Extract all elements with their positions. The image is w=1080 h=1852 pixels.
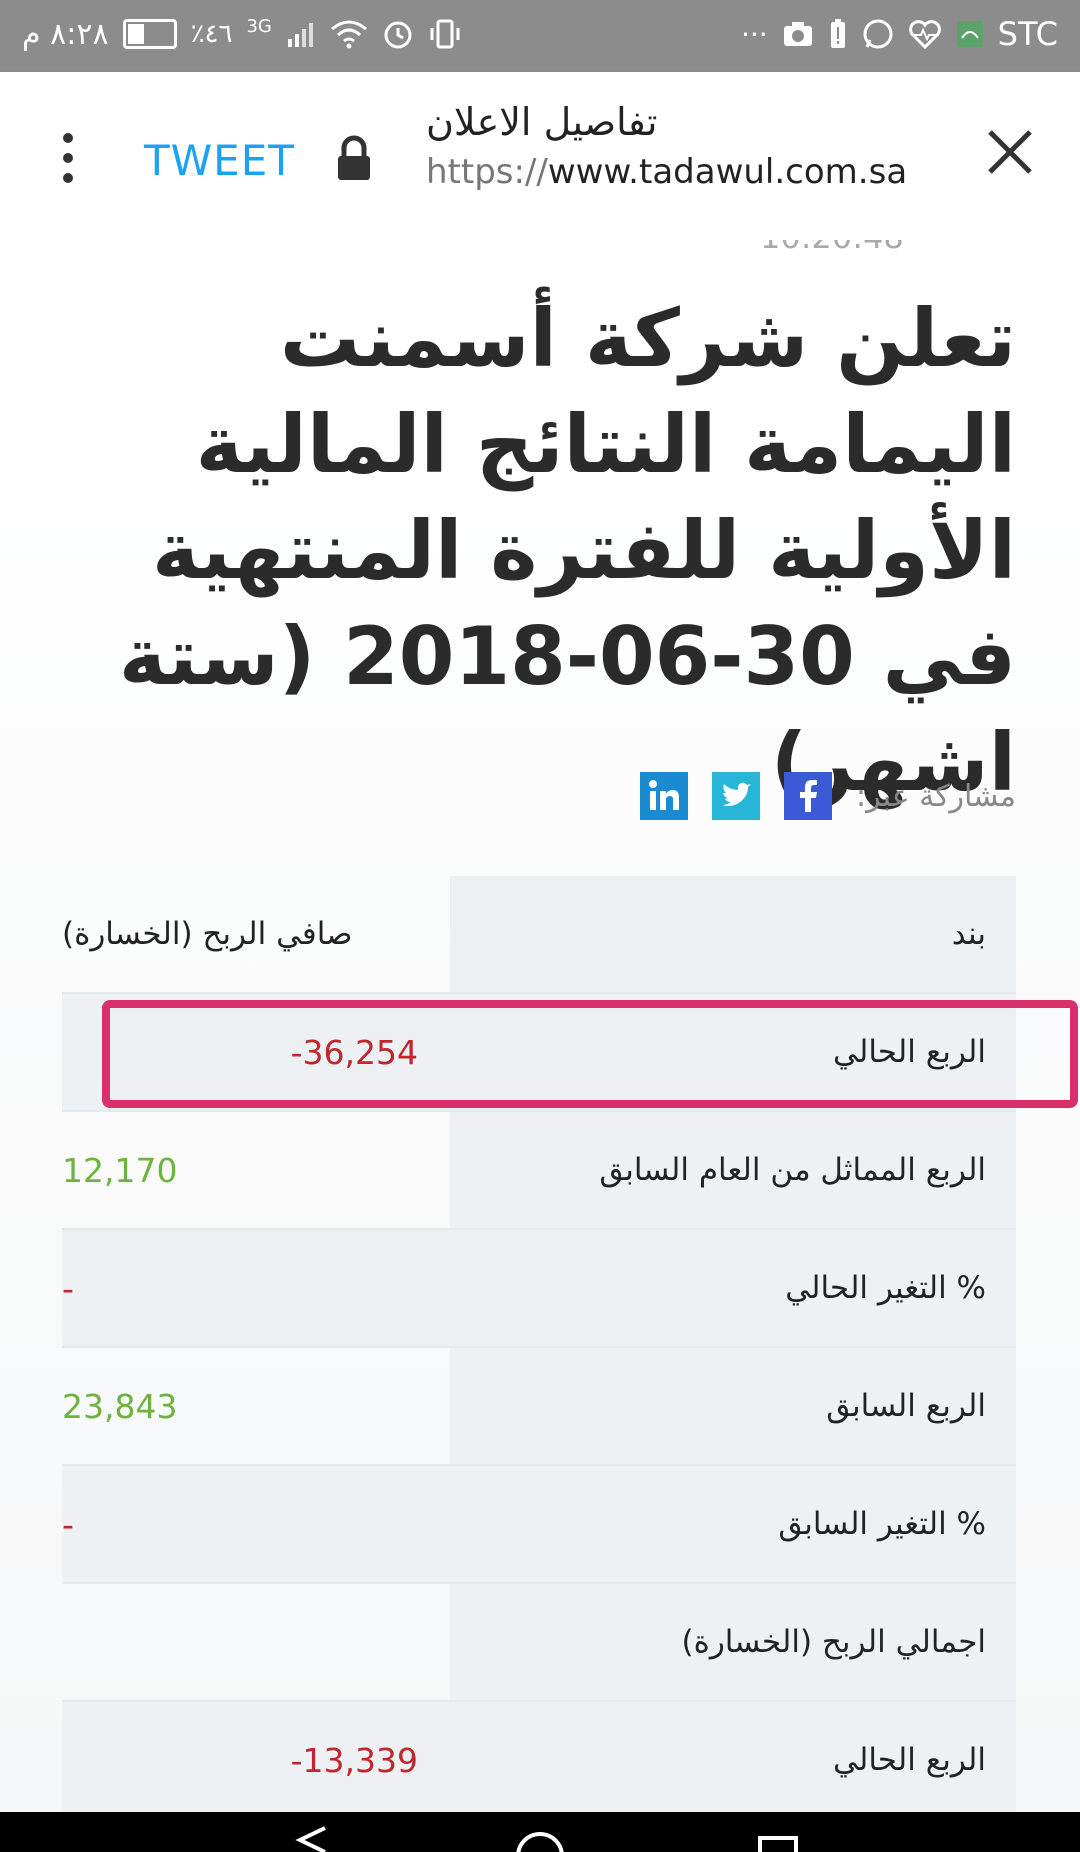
signal-icon bbox=[286, 14, 316, 54]
twitter-icon[interactable] bbox=[712, 772, 761, 820]
row-value: -13,339 bbox=[62, 1702, 450, 1812]
lock-icon bbox=[334, 134, 374, 184]
linkedin-icon[interactable] bbox=[640, 772, 689, 820]
row-label: الربع السابق bbox=[450, 1348, 1016, 1464]
custom-tab-toolbar: TWEET تفاصيل الاعلان https://www.tadawul… bbox=[0, 72, 1080, 242]
table-row: الربع المماثل من العام السابق 12,170 bbox=[62, 1112, 1016, 1230]
battery-alert-icon bbox=[828, 14, 848, 54]
url-host: www.tadawul.com.sa bbox=[547, 152, 908, 192]
app-icon bbox=[956, 14, 984, 54]
carrier-name: STC bbox=[997, 15, 1058, 53]
status-bar: ٨:٢٨ م ٪٤٦ 3G ··· STC bbox=[0, 0, 1080, 72]
row-label: % التغير السابق bbox=[450, 1466, 1016, 1582]
wifi-icon bbox=[330, 14, 368, 54]
row-label: اجمالي الربح (الخسارة) bbox=[450, 1584, 1016, 1700]
share-label: مشاركة عبر: bbox=[856, 778, 1016, 814]
table-row: % التغير الحالي - bbox=[62, 1230, 1016, 1348]
announcement-time: 10:20:48 bbox=[760, 240, 904, 256]
table-row: الربع السابق 23,843 bbox=[62, 1348, 1016, 1466]
close-icon[interactable] bbox=[980, 122, 1040, 182]
home-icon bbox=[516, 1832, 564, 1852]
menu-icon[interactable] bbox=[58, 128, 78, 188]
status-right: ··· STC bbox=[741, 14, 1058, 54]
navigation-bar bbox=[0, 1812, 1080, 1852]
health-icon bbox=[908, 14, 942, 54]
row-value: صافي الربح (الخسارة) bbox=[62, 916, 353, 952]
page-url: https://www.tadawul.com.sa bbox=[426, 152, 908, 192]
page-title-block: تفاصيل الاعلان https://www.tadawul.com.s… bbox=[426, 100, 908, 192]
table-row: بند صافي الربح (الخسارة) bbox=[62, 876, 1016, 994]
share-bar: مشاركة عبر: bbox=[640, 772, 1016, 820]
row-value: - bbox=[62, 1466, 450, 1582]
page-content: 10:20:48 تعلن شركة أسمنت اليمامة النتائج… bbox=[0, 240, 1080, 1812]
status-left: ٨:٢٨ م ٪٤٦ 3G bbox=[22, 14, 462, 54]
announcement-headline: تعلن شركة أسمنت اليمامة النتائج المالية … bbox=[118, 292, 1016, 809]
url-scheme: https:// bbox=[426, 152, 548, 192]
facebook-icon[interactable] bbox=[784, 772, 833, 820]
highlight-box bbox=[102, 1000, 1078, 1108]
network-type: 3G bbox=[246, 15, 272, 37]
row-label: الربع المماثل من العام السابق bbox=[450, 1112, 1016, 1228]
row-label: الربع الحالي bbox=[450, 1702, 1016, 1812]
battery-percent: ٪٤٦ bbox=[190, 19, 233, 49]
row-value: - bbox=[62, 1230, 450, 1346]
row-label: % التغير الحالي bbox=[450, 1230, 1016, 1346]
row-value: 12,170 bbox=[62, 1150, 178, 1190]
table-row: اجمالي الربح (الخسارة) bbox=[62, 1584, 1016, 1702]
row-value bbox=[62, 1584, 450, 1700]
page-title: تفاصيل الاعلان bbox=[426, 100, 658, 144]
recents-icon bbox=[758, 1836, 798, 1852]
vibrate-icon bbox=[428, 14, 462, 54]
table-row: الربع الحالي -13,339 bbox=[62, 1702, 1016, 1812]
clock: ٨:٢٨ م bbox=[22, 16, 109, 52]
tweet-button[interactable]: TWEET bbox=[144, 136, 295, 185]
alarm-icon bbox=[382, 14, 414, 54]
row-label: بند bbox=[450, 876, 1016, 992]
row-value: 23,843 bbox=[62, 1386, 178, 1426]
table-row: % التغير السابق - bbox=[62, 1466, 1016, 1584]
more-icon: ··· bbox=[740, 17, 768, 51]
back-icon bbox=[295, 1826, 326, 1852]
whatsapp-icon bbox=[862, 14, 894, 54]
battery-icon bbox=[122, 14, 177, 54]
camera-icon bbox=[782, 14, 814, 54]
